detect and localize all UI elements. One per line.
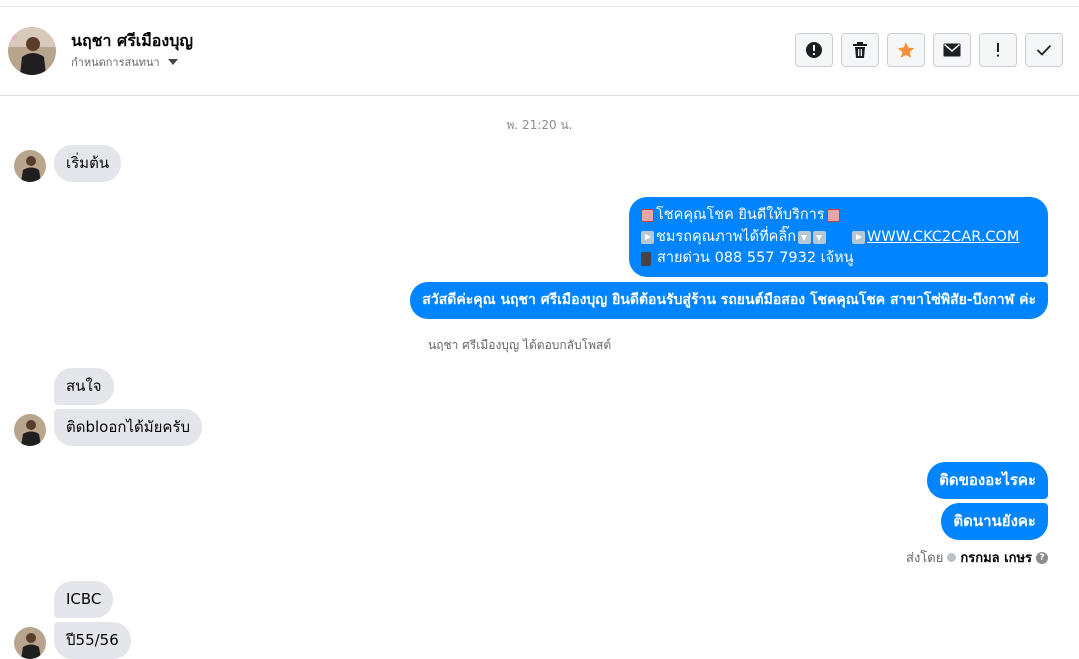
sparkle-icon — [826, 209, 840, 223]
website-link[interactable]: WWW.CKC2CAR.COM — [867, 227, 1019, 249]
message-line: สายด่วน 088 557 7932 เจ้หนู — [641, 248, 1036, 270]
message-text: ชมรถคุณภาพได้ที่คลิ๊ก — [656, 228, 797, 245]
contact-name[interactable]: นฤชา ศรีเมืองบุญ — [71, 29, 193, 54]
check-icon — [1036, 44, 1052, 56]
phone-icon — [641, 251, 651, 266]
message-line: โชคคุณโชค ยินดีให้บริการ — [641, 205, 1036, 227]
sender-name[interactable]: กรกมล เกษร — [960, 547, 1032, 568]
avatar[interactable] — [14, 627, 46, 659]
conversation-settings-label: กำหนดการสนทนา — [71, 56, 160, 69]
outgoing-message[interactable]: ติดนานยังคะ — [941, 503, 1048, 540]
alert-icon — [997, 43, 999, 57]
star-icon — [897, 42, 915, 58]
play-icon — [641, 230, 654, 244]
message-text: สายด่วน 088 557 7932 เจ้หนู — [657, 250, 854, 266]
incoming-message[interactable]: ติดbloอกได้มัยครับ — [54, 409, 203, 446]
avatar[interactable] — [8, 27, 56, 75]
chevron-down-icon — [167, 59, 178, 65]
incoming-message[interactable]: เริ่มต้น — [54, 145, 122, 182]
down-arrow-icon — [813, 230, 827, 244]
mark-unread-button[interactable] — [933, 33, 971, 67]
sparkle-icon — [641, 209, 654, 223]
avatar[interactable] — [14, 414, 46, 446]
conversation-settings-dropdown[interactable]: กำหนดการสนทนา — [71, 53, 178, 71]
header-actions — [795, 33, 1063, 67]
message-text: โชคคุณโชค ยินดีให้บริการ — [656, 207, 825, 223]
follow-up-button[interactable] — [979, 33, 1017, 67]
play-icon — [852, 230, 866, 244]
trash-icon — [853, 42, 867, 58]
status-dot-icon — [947, 553, 957, 562]
incoming-message[interactable]: ICBC — [54, 581, 114, 618]
message-line: ชมรถคุณภาพได้ที่คลิ๊ก WWW.CKC2CAR.COM — [641, 227, 1036, 249]
help-icon[interactable]: ? — [1036, 551, 1048, 564]
message-timestamp: พ. 21:20 น. — [506, 118, 573, 132]
outgoing-message[interactable]: สวัสดีค่ะคุณ นฤชา ศรีเมืองบุญ ยินดีต้อนร… — [410, 282, 1048, 319]
top-divider — [0, 0, 1079, 7]
mail-icon — [943, 43, 961, 57]
sent-by-label: ส่งโดย — [906, 551, 944, 566]
star-button[interactable] — [887, 33, 925, 67]
sent-by-indicator: ส่งโดย กรกมล เกษร ? — [906, 547, 1048, 568]
system-note: นฤชา ศรีเมืองบุญ ได้ตอบกลับโพสต์ — [428, 338, 612, 352]
incoming-message[interactable]: สนใจ — [54, 368, 114, 405]
down-arrow-icon — [798, 230, 812, 244]
outgoing-message[interactable]: โชคคุณโชค ยินดีให้บริการ ชมรถคุณภาพได้ที… — [629, 197, 1048, 277]
conversation-header: นฤชา ศรีเมืองบุญ กำหนดการสนทนา — [0, 7, 1079, 96]
mark-spam-button[interactable] — [795, 33, 833, 67]
incoming-message[interactable]: ปี55/56 — [54, 622, 131, 659]
spam-icon — [806, 42, 822, 58]
delete-button[interactable] — [841, 33, 879, 67]
outgoing-message[interactable]: ติดของอะไรคะ — [927, 462, 1048, 499]
mark-done-button[interactable] — [1025, 33, 1063, 67]
avatar[interactable] — [14, 150, 46, 182]
